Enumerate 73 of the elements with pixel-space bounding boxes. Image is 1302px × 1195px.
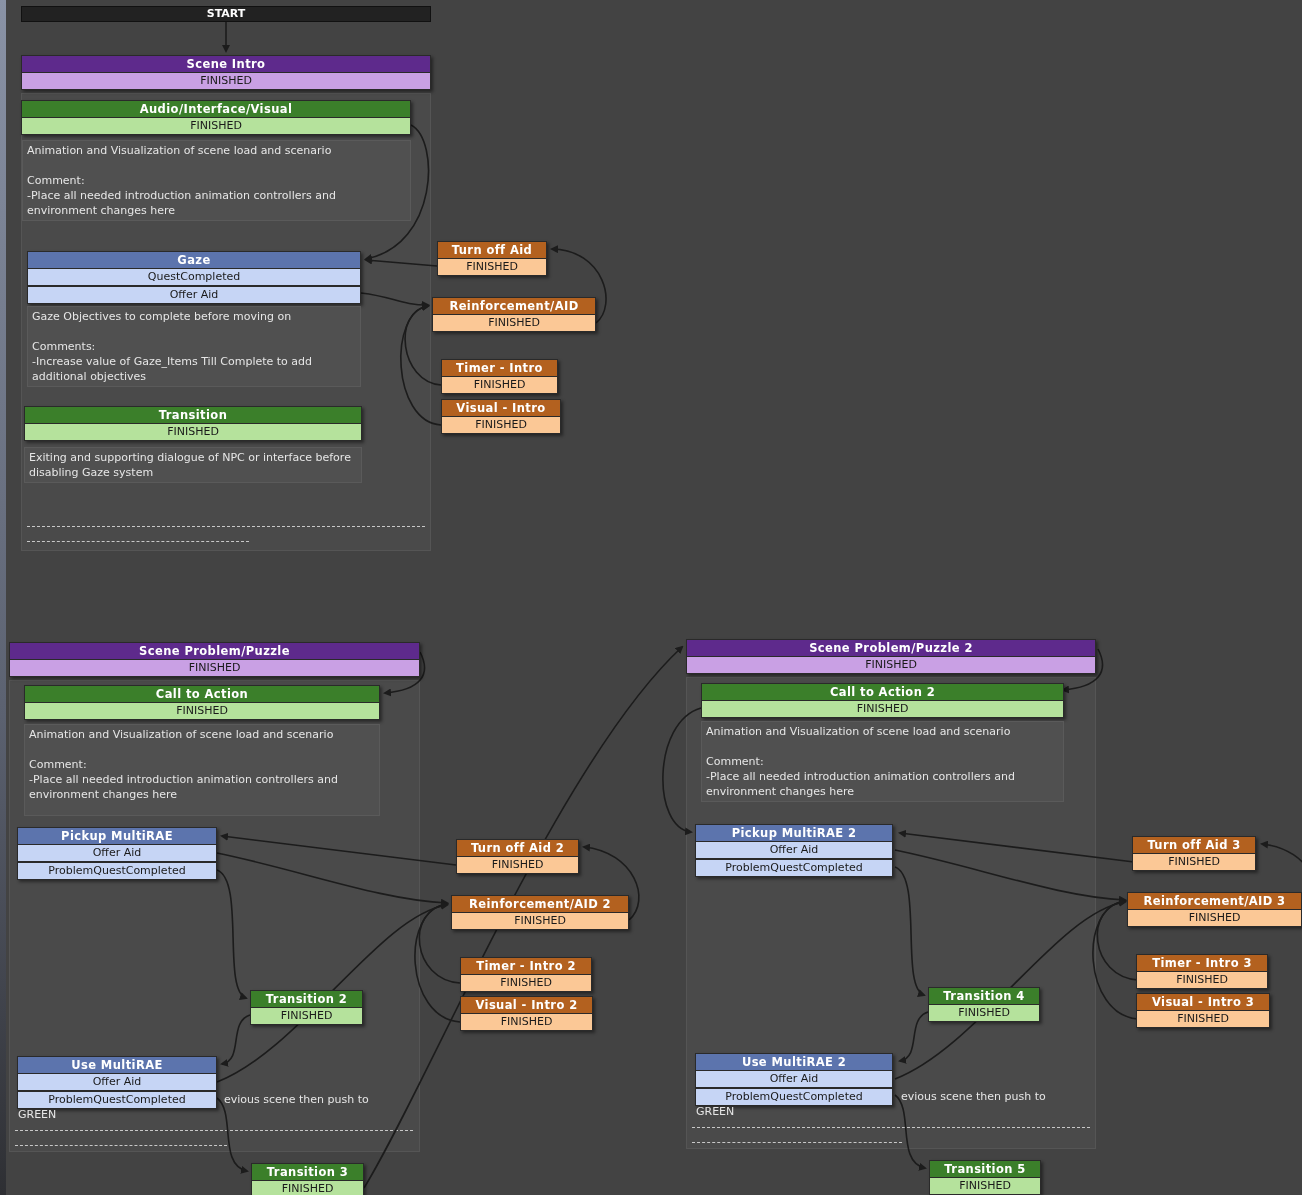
- node-title[interactable]: Audio/Interface/Visual: [21, 100, 411, 117]
- node-row: FINISHED: [437, 258, 547, 276]
- node-row: FINISHED: [1136, 1010, 1270, 1028]
- node-title[interactable]: Transition: [24, 406, 362, 423]
- node-row: QuestCompleted: [27, 268, 361, 286]
- comment-text: Animation and Visualization of scene load and scenario Comment: -Place all needed introduction animation controllers and environment changes here: [22, 140, 411, 221]
- node-row: Offer Aid: [17, 844, 217, 862]
- node-title[interactable]: Timer - Intro 2: [460, 957, 592, 974]
- node-row: Offer Aid: [695, 841, 893, 859]
- node-title[interactable]: Scene Problem/Puzzle: [9, 642, 420, 659]
- node-row: FINISHED: [250, 1007, 363, 1025]
- node-row: FINISHED: [24, 423, 362, 441]
- node-title[interactable]: Turn off Aid: [437, 241, 547, 258]
- node-title[interactable]: Call to Action 2: [701, 683, 1064, 700]
- node-row: FINISHED: [21, 117, 411, 135]
- node-title[interactable]: Visual - Intro: [441, 399, 561, 416]
- node-row: FINISHED: [1127, 909, 1302, 927]
- node-row: FINISHED: [451, 912, 629, 930]
- node-row: ProblemQuestCompleted: [17, 862, 217, 880]
- node-title[interactable]: Transition 2: [250, 990, 363, 1007]
- node-row: ProblemQuestCompleted: [17, 1091, 217, 1109]
- node-title[interactable]: Reinforcement/AID 3: [1127, 892, 1302, 909]
- node-row: FINISHED: [456, 856, 579, 874]
- node-row: FINISHED: [1132, 853, 1256, 871]
- node-title[interactable]: Transition 3: [251, 1163, 364, 1180]
- node-row: FINISHED: [701, 700, 1064, 718]
- comment-text: Animation and Visualization of scene load and scenario Comment: -Place all needed introduction animation controllers and environment changes here: [701, 721, 1064, 802]
- connector-arrow: [222, 21, 230, 53]
- comment-text: Exiting and supporting dialogue of NPC or interface before disabling Gaze system: [24, 447, 362, 483]
- node-title[interactable]: Timer - Intro 3: [1136, 954, 1268, 971]
- comment-text: Gaze Objectives to complete before moving on Comments: -Increase value of Gaze_Items Till Complete to add additional objectives: [27, 306, 361, 387]
- node-title[interactable]: Pickup MultiRAE 2: [695, 824, 893, 841]
- comment-text: Animation and Visualization of scene load and scenario Comment: -Place all needed introduction animation controllers and environment changes here: [24, 724, 380, 816]
- node-row: ProblemQuestCompleted: [695, 1088, 893, 1106]
- node-row: FINISHED: [929, 1177, 1041, 1195]
- node-title[interactable]: Visual - Intro 2: [460, 996, 593, 1013]
- node-row: FINISHED: [21, 72, 431, 90]
- node-row: FINISHED: [460, 1013, 593, 1031]
- node-row: FINISHED: [432, 314, 596, 332]
- node-title[interactable]: Reinforcement/AID: [432, 297, 596, 314]
- comment-text: GREEN: [17, 1107, 58, 1123]
- comment-text: evious scene then push to: [900, 1089, 1047, 1105]
- node-title[interactable]: Call to Action: [24, 685, 380, 702]
- node-row: FINISHED: [251, 1180, 364, 1195]
- node-title[interactable]: Pickup MultiRAE: [17, 827, 217, 844]
- node-row: FINISHED: [9, 659, 420, 677]
- node-row: ProblemQuestCompleted: [695, 859, 893, 877]
- node-title[interactable]: Transition 4: [928, 987, 1040, 1004]
- connector-arrow: [1061, 648, 1104, 694]
- node-row: Offer Aid: [17, 1073, 217, 1091]
- node-row: FINISHED: [686, 656, 1096, 674]
- start-node[interactable]: START: [21, 6, 431, 22]
- node-title[interactable]: Use MultiRAE: [17, 1056, 217, 1073]
- node-title[interactable]: Use MultiRAE 2: [695, 1053, 893, 1070]
- comment-text: GREEN: [695, 1104, 736, 1120]
- node-row: FINISHED: [441, 376, 558, 394]
- node-row: Offer Aid: [695, 1070, 893, 1088]
- node-title[interactable]: Gaze: [27, 251, 361, 268]
- node-row: FINISHED: [1136, 971, 1268, 989]
- node-title[interactable]: Turn off Aid 2: [456, 839, 579, 856]
- node-title[interactable]: Reinforcement/AID 2: [451, 895, 629, 912]
- node-title[interactable]: Turn off Aid 3: [1132, 836, 1256, 853]
- node-row: Offer Aid: [27, 286, 361, 304]
- comment-text: evious scene then push to: [223, 1092, 370, 1108]
- node-title[interactable]: Timer - Intro: [441, 359, 558, 376]
- node-row: FINISHED: [24, 702, 380, 720]
- node-row: FINISHED: [928, 1004, 1040, 1022]
- node-title[interactable]: Scene Intro: [21, 55, 431, 72]
- node-title[interactable]: Visual - Intro 3: [1136, 993, 1270, 1010]
- node-title[interactable]: Scene Problem/Puzzle 2: [686, 639, 1096, 656]
- node-row: FINISHED: [441, 416, 561, 434]
- node-row: FINISHED: [460, 974, 592, 992]
- node-title[interactable]: Transition 5: [929, 1160, 1041, 1177]
